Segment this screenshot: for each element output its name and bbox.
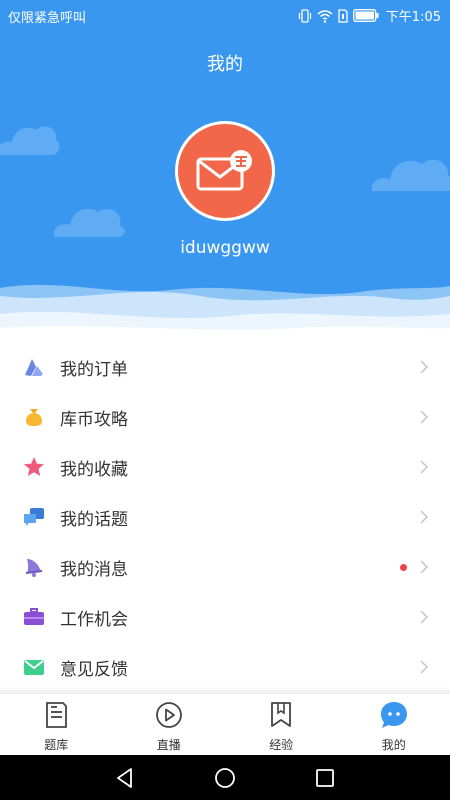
chevron-right-icon <box>420 660 429 674</box>
cloud-decoration-left <box>0 126 60 155</box>
clock-text: 下午1:05 <box>385 10 441 25</box>
menu-label: 工作机会 <box>60 609 128 630</box>
menu-label: 我的收藏 <box>60 459 128 480</box>
orders-icon <box>23 356 45 378</box>
briefcase-icon <box>23 606 45 628</box>
menu-item-topics[interactable]: 我的话题 <box>0 492 450 542</box>
profile-chat-icon <box>379 700 409 730</box>
envelope-avatar-icon <box>196 150 252 191</box>
menu-label: 库币攻略 <box>60 409 128 430</box>
username: iduwggww <box>180 238 270 258</box>
page-title: 我的 <box>207 54 243 75</box>
menu-label: 意见反馈 <box>60 659 128 680</box>
bottom-tab-bar: 题库 直播 经验 我的 <box>0 693 450 755</box>
tab-label: 题库 <box>44 738 69 752</box>
tab-mine[interactable]: 我的 <box>338 694 450 755</box>
vibrate-icon <box>298 8 311 23</box>
coin-bag-icon <box>23 406 45 428</box>
tab-label: 经验 <box>269 738 294 752</box>
question-bank-icon <box>43 700 69 730</box>
menu-item-jobs[interactable]: 工作机会 <box>0 592 450 642</box>
chevron-right-icon <box>420 610 429 624</box>
menu-item-coin-guide[interactable]: 库币攻略 <box>0 392 450 442</box>
status-bar: 仅限紧急呼叫 下午1:05 <box>0 0 450 30</box>
menu-item-favorites[interactable]: 我的收藏 <box>0 442 450 492</box>
sim-icon <box>338 8 348 23</box>
carrier-text: 仅限紧急呼叫 <box>8 11 87 26</box>
tab-label: 我的 <box>381 738 406 752</box>
tab-label: 直播 <box>156 738 181 752</box>
tab-experience[interactable]: 经验 <box>225 694 338 755</box>
menu-list: 我的订单 库币攻略 我的收藏 我的话题 我的消息 工作机会 意见反馈 <box>0 342 450 692</box>
chevron-right-icon <box>420 460 429 474</box>
menu-label: 我的消息 <box>60 559 128 580</box>
cloud-decoration-right <box>371 159 450 191</box>
menu-label: 我的订单 <box>60 359 128 380</box>
wave-decoration <box>0 284 450 330</box>
menu-item-orders[interactable]: 我的订单 <box>0 342 450 392</box>
envelope-icon <box>23 656 45 678</box>
chat-bubbles-icon <box>23 506 45 528</box>
status-icons: 下午1:05 <box>298 6 441 25</box>
profile-header: 仅限紧急呼叫 下午1:05 我的 iduwggww <box>0 0 450 330</box>
bell-icon <box>23 556 45 578</box>
recents-icon[interactable] <box>313 766 337 790</box>
avatar[interactable] <box>175 121 275 221</box>
play-icon <box>155 700 183 730</box>
home-icon[interactable] <box>213 766 237 790</box>
wifi-icon <box>317 9 333 23</box>
tab-question-bank[interactable]: 题库 <box>0 694 113 755</box>
chevron-right-icon <box>420 510 429 524</box>
chevron-right-icon <box>420 360 429 374</box>
bookmark-icon <box>269 700 293 730</box>
chevron-right-icon <box>420 560 429 574</box>
menu-label: 我的话题 <box>60 509 128 530</box>
star-icon <box>23 456 45 478</box>
tab-live[interactable]: 直播 <box>113 694 226 755</box>
system-nav-bar <box>0 755 450 800</box>
battery-icon <box>352 9 379 22</box>
menu-item-messages[interactable]: 我的消息 <box>0 542 450 592</box>
cloud-decoration-center <box>53 208 126 237</box>
back-icon[interactable] <box>113 766 137 790</box>
chevron-right-icon <box>420 410 429 424</box>
unread-dot <box>400 564 407 571</box>
menu-item-feedback[interactable]: 意见反馈 <box>0 642 450 692</box>
